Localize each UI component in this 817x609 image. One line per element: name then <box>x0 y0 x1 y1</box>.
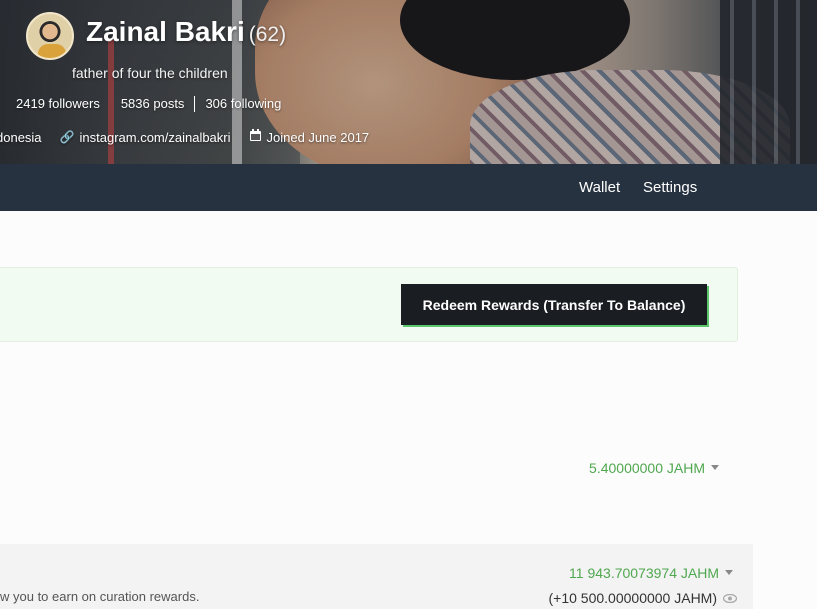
caret-down-icon <box>711 465 719 470</box>
reputation-score: (62) <box>248 23 287 46</box>
avatar-shirt <box>38 44 66 58</box>
posts-link[interactable]: 5836 posts <box>121 96 185 112</box>
profile-meta: donesia 🔗 instagram.com/zainalbakri Join… <box>0 129 369 145</box>
profile-location: donesia <box>0 129 42 145</box>
caret-down-icon <box>725 570 733 575</box>
profile-name-text: Zainal Bakri <box>86 16 245 47</box>
followers-link[interactable]: 2419 followers <box>16 96 100 112</box>
delegated-balance: (+10 500.00000000 JAHM) <box>549 590 738 606</box>
curation-description: w you to earn on curation rewards. <box>0 589 200 604</box>
calendar-icon <box>249 129 262 145</box>
nav-wallet[interactable]: Wallet <box>579 179 620 196</box>
delegated-value: (+10 500.00000000 JAHM) <box>548 590 718 606</box>
profile-nav: Wallet Settings <box>0 164 817 211</box>
redeem-rewards-button[interactable]: Redeem Rewards (Transfer To Balance) <box>401 284 707 325</box>
profile-about: father of four the children <box>72 65 228 81</box>
power-balance-value: 11 943.70073974 JAHM <box>569 565 719 581</box>
profile-name: Zainal Bakri (62) <box>86 16 286 48</box>
avatar[interactable] <box>26 12 74 60</box>
profile-stats: 2419 followers 5836 posts 306 following <box>16 96 281 112</box>
link-icon: 🔗 <box>59 130 75 144</box>
balance-dropdown[interactable]: 5.40000000 JAHM <box>589 460 719 476</box>
following-link[interactable]: 306 following <box>205 96 281 112</box>
profile-website[interactable]: instagram.com/zainalbakri <box>80 130 231 145</box>
power-balance-dropdown[interactable]: 11 943.70073974 JAHM <box>569 565 733 581</box>
nav-settings[interactable]: Settings <box>643 179 697 196</box>
stats-divider <box>194 96 196 112</box>
profile-joined: Joined June 2017 <box>266 129 370 145</box>
balance-value: 5.40000000 JAHM <box>589 460 705 476</box>
eye-icon[interactable] <box>722 592 738 606</box>
